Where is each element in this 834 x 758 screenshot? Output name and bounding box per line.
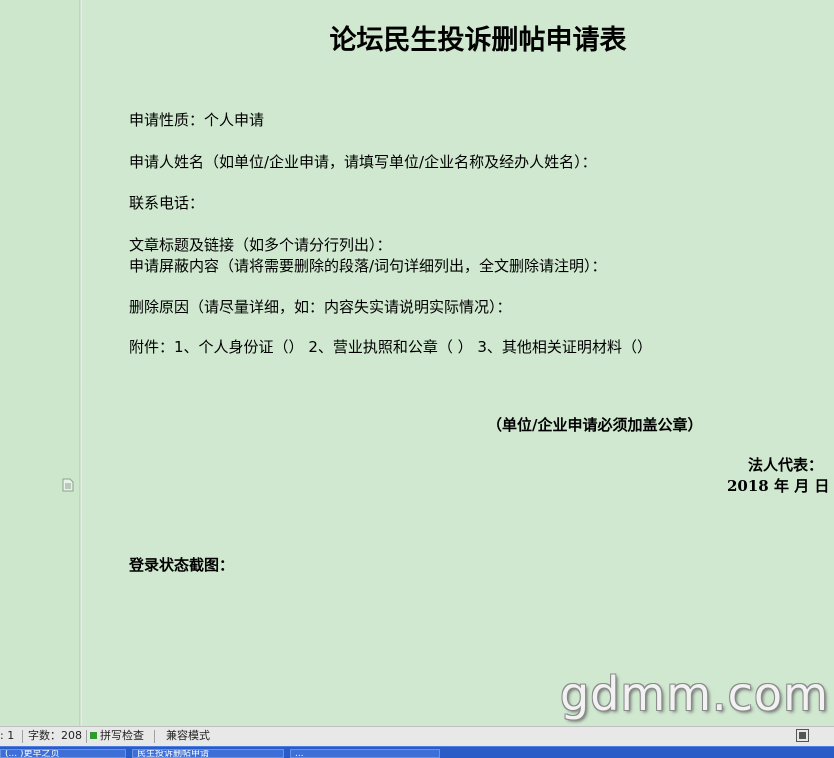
document-page[interactable]: 论坛民生投诉删帖申请表 申请性质：个人申请 申请人姓名（如单位/企业申请，请填写… <box>82 0 834 726</box>
application-type-line: 申请性质：个人申请 <box>129 111 265 129</box>
status-bar: : 1 字数：208 拼写检查 兼容模式 <box>0 726 834 746</box>
blocked-content-line: 申请屏蔽内容（请将需要删除的段落/词句详细列出，全文删除请注明）： <box>129 257 607 275</box>
deletion-reason-line: 删除原因（请尽量详细，如：内容失实请说明实际情况）： <box>129 298 512 316</box>
status-divider <box>154 730 155 743</box>
seal-note: （单位/企业申请必须加盖公章） <box>487 416 703 434</box>
contact-phone-line: 联系电话： <box>129 194 205 212</box>
spell-check-status[interactable]: 拼写检查 <box>100 727 144 745</box>
page-indicator[interactable]: : 1 <box>0 727 14 745</box>
word-count[interactable]: 字数：208 <box>28 727 82 745</box>
fit-window-icon[interactable] <box>796 729 809 742</box>
attachments-line: 附件：1、个人身份证（） 2、营业执照和公章（ ） 3、其他相关证明材料（） <box>129 338 652 356</box>
watermark: gdmm.com <box>560 667 829 721</box>
compatibility-mode: 兼容模式 <box>166 729 210 742</box>
document-view-icon[interactable] <box>61 478 75 492</box>
date-line: 2018 年 月 日 <box>727 477 830 495</box>
status-divider <box>86 730 87 743</box>
applicant-name-line: 申请人姓名（如单位/企业申请，请填写单位/企业名称及经办人姓名）： <box>129 153 597 171</box>
article-title-line: 文章标题及链接（如多个请分行列出）： <box>129 236 392 254</box>
spell-check-icon <box>90 732 97 739</box>
taskbar: (... )更早之页 民生投诉删帖申请 ... <box>0 746 834 758</box>
document-title: 论坛民生投诉删帖申请表 <box>329 25 627 56</box>
login-screenshot-label: 登录状态截图： <box>129 556 235 574</box>
status-divider <box>22 730 23 743</box>
legal-representative-label: 法人代表： <box>748 456 824 474</box>
left-margin-gutter <box>0 0 80 726</box>
